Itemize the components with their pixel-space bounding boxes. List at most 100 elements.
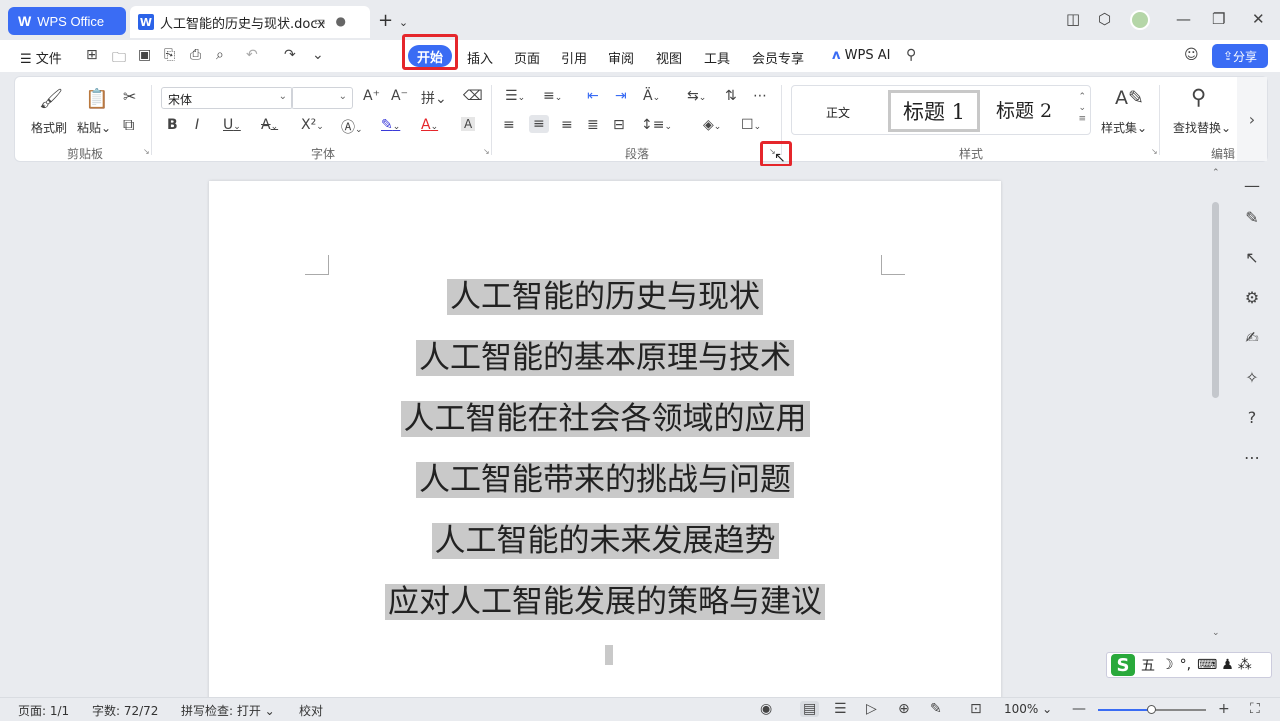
- underline-icon[interactable]: U⌄: [223, 117, 241, 133]
- highlight-color-icon[interactable]: ✎⌄: [381, 117, 400, 133]
- play-icon[interactable]: ▷: [866, 701, 877, 717]
- line-break-icon[interactable]: ⇆⌄: [687, 88, 706, 104]
- zoom-slider-knob[interactable]: [1147, 705, 1156, 714]
- heading-line[interactable]: 人工智能在社会各领域的应用: [209, 389, 1001, 450]
- tab-insert[interactable]: 插入: [467, 48, 493, 67]
- tab-view[interactable]: 视图: [656, 48, 682, 67]
- sign-icon[interactable]: ✍: [1242, 328, 1262, 347]
- style-heading2[interactable]: 标题 2: [996, 96, 1052, 123]
- print-icon[interactable]: ⎙: [190, 47, 201, 63]
- grow-font-icon[interactable]: A⁺: [363, 88, 380, 104]
- style-scroll-icon[interactable]: ⌃ ⌄ ≡: [1078, 92, 1086, 125]
- select-pointer-icon[interactable]: ↖: [1242, 248, 1262, 267]
- outline-view-icon[interactable]: ☰: [834, 701, 847, 717]
- ime-user-icon[interactable]: ♟: [1221, 657, 1234, 673]
- file-menu[interactable]: ☰ 文件: [20, 48, 62, 67]
- scroll-up-icon[interactable]: ⌃: [1212, 168, 1220, 178]
- decrease-indent-icon[interactable]: ⇤: [587, 88, 599, 104]
- ime-grid-icon[interactable]: ⁂: [1238, 657, 1252, 673]
- pen-icon[interactable]: ✎: [1242, 208, 1262, 227]
- numbering-icon[interactable]: ≡⌄: [543, 88, 562, 104]
- shrink-font-icon[interactable]: A⁻: [391, 88, 408, 104]
- ime-mode[interactable]: 五: [1141, 655, 1155, 675]
- bullets-icon[interactable]: ☰⌄: [505, 88, 525, 104]
- style-heading1[interactable]: 标题 1: [888, 90, 980, 132]
- zoom-slider[interactable]: [1098, 705, 1206, 714]
- word-count[interactable]: 字数: 72/72: [92, 702, 158, 719]
- undo-icon[interactable]: ↶: [246, 47, 258, 63]
- zoom-in-icon[interactable]: +: [1218, 701, 1230, 717]
- avatar[interactable]: [1130, 10, 1150, 30]
- align-right-icon[interactable]: ≡: [561, 117, 573, 133]
- sort-icon[interactable]: ⇅: [725, 88, 737, 104]
- fit-page-icon[interactable]: ⊡: [970, 701, 982, 717]
- bold-icon[interactable]: B: [167, 117, 178, 133]
- tab-page[interactable]: 页面: [514, 48, 540, 67]
- scroll-down-icon[interactable]: ⌄: [1212, 628, 1220, 638]
- web-view-icon[interactable]: ⊕: [898, 701, 910, 717]
- vertical-scrollbar[interactable]: ⌃ ⌄: [1208, 166, 1224, 696]
- style-set-button[interactable]: 样式集⌄: [1101, 119, 1147, 136]
- print-preview-icon[interactable]: ⌕: [216, 47, 224, 63]
- font-size-select[interactable]: ⌄: [291, 87, 353, 109]
- font-color-icon[interactable]: A⌄: [421, 117, 438, 133]
- wps-ai-button[interactable]: ʌ WPS AI: [832, 48, 890, 63]
- ribbon-scroll-right-button[interactable]: ›: [1237, 77, 1267, 161]
- zoom-level[interactable]: 100% ⌄: [1004, 702, 1052, 716]
- heading-line[interactable]: 人工智能的基本原理与技术: [209, 328, 1001, 389]
- cut-icon[interactable]: ✂: [123, 87, 136, 106]
- wps-office-button[interactable]: W WPS Office: [8, 7, 126, 35]
- italic-icon[interactable]: I: [195, 117, 199, 133]
- more-quick-icon[interactable]: ⌄: [312, 47, 324, 63]
- superscript-icon[interactable]: X²⌄: [301, 117, 324, 133]
- more-icon[interactable]: ⋯: [1242, 448, 1262, 467]
- heading-line[interactable]: 人工智能的历史与现状: [209, 267, 1001, 328]
- clipboard-launcher-icon[interactable]: ↘: [143, 147, 150, 156]
- line-spacing-icon[interactable]: ↕≡⌄: [641, 117, 672, 133]
- text-effect-icon[interactable]: Ⓐ⌄: [341, 117, 363, 137]
- eye-icon[interactable]: ◉: [760, 701, 772, 717]
- distribute-icon[interactable]: ⊟: [613, 117, 625, 133]
- new-tab-button[interactable]: + ⌄: [378, 10, 408, 31]
- write-mode-icon[interactable]: ✎: [930, 701, 942, 717]
- document-page[interactable]: 人工智能的历史与现状 人工智能的基本原理与技术 人工智能在社会各领域的应用 人工…: [209, 181, 1001, 701]
- document-canvas[interactable]: 人工智能的历史与现状 人工智能的基本原理与技术 人工智能在社会各领域的应用 人工…: [0, 166, 1224, 701]
- heading-line[interactable]: 人工智能的未来发展趋势: [209, 511, 1001, 572]
- paste-button[interactable]: 粘贴⌄: [77, 119, 111, 136]
- ime-moon-icon[interactable]: ☽: [1161, 657, 1174, 673]
- minimize-button[interactable]: —: [1176, 10, 1191, 28]
- new-doc-icon[interactable]: ⊞: [86, 47, 98, 63]
- tab-tools[interactable]: 工具: [704, 48, 730, 67]
- tab-references[interactable]: 引用: [561, 48, 587, 67]
- help-icon[interactable]: ?: [1242, 408, 1262, 427]
- format-painter-button[interactable]: 格式刷: [31, 119, 67, 136]
- tab-review[interactable]: 审阅: [608, 48, 634, 67]
- chat-icon[interactable]: ☺: [1184, 47, 1199, 63]
- align-left-icon[interactable]: ≡: [503, 117, 515, 133]
- tools-icon[interactable]: ✧: [1242, 368, 1262, 387]
- phonetic-icon[interactable]: 拼⌄: [421, 88, 447, 108]
- tab-member[interactable]: 会员专享: [752, 48, 804, 67]
- char-shading-icon[interactable]: A: [461, 117, 476, 131]
- adjust-icon[interactable]: ⚙: [1242, 288, 1262, 307]
- font-launcher-icon[interactable]: ↘: [483, 147, 490, 156]
- strikethrough-icon[interactable]: A⌄: [261, 117, 278, 133]
- ime-toolbar[interactable]: S 五 ☽ °, ⌨ ♟ ⁂: [1106, 652, 1272, 678]
- clear-format-icon[interactable]: ⌫: [463, 88, 483, 104]
- ime-punct-icon[interactable]: °,: [1180, 657, 1191, 673]
- styles-launcher-icon[interactable]: ↘: [1151, 147, 1158, 156]
- cube-icon[interactable]: ⬡: [1098, 10, 1111, 28]
- open-folder-icon[interactable]: 🗀: [112, 47, 126, 71]
- heading-line[interactable]: 人工智能带来的挑战与问题: [209, 450, 1001, 511]
- collapse-icon[interactable]: —: [1242, 176, 1262, 195]
- font-name-select[interactable]: 宋体 ⌄: [161, 87, 293, 109]
- page-view-icon[interactable]: ▤: [800, 701, 820, 717]
- border-icon[interactable]: ☐⌄: [741, 117, 761, 133]
- show-marks-icon[interactable]: ⋯: [753, 88, 767, 104]
- align-center-icon[interactable]: ≡: [529, 115, 549, 133]
- export-icon[interactable]: ⎘: [164, 47, 175, 63]
- copy-icon[interactable]: ⧉: [123, 115, 134, 135]
- spellcheck-toggle[interactable]: 拼写检查: 打开 ⌄: [181, 702, 275, 719]
- document-tab[interactable]: W 人工智能的历史与现状.docx ▭●: [130, 6, 370, 38]
- find-replace-button[interactable]: 查找替换⌄: [1173, 119, 1231, 136]
